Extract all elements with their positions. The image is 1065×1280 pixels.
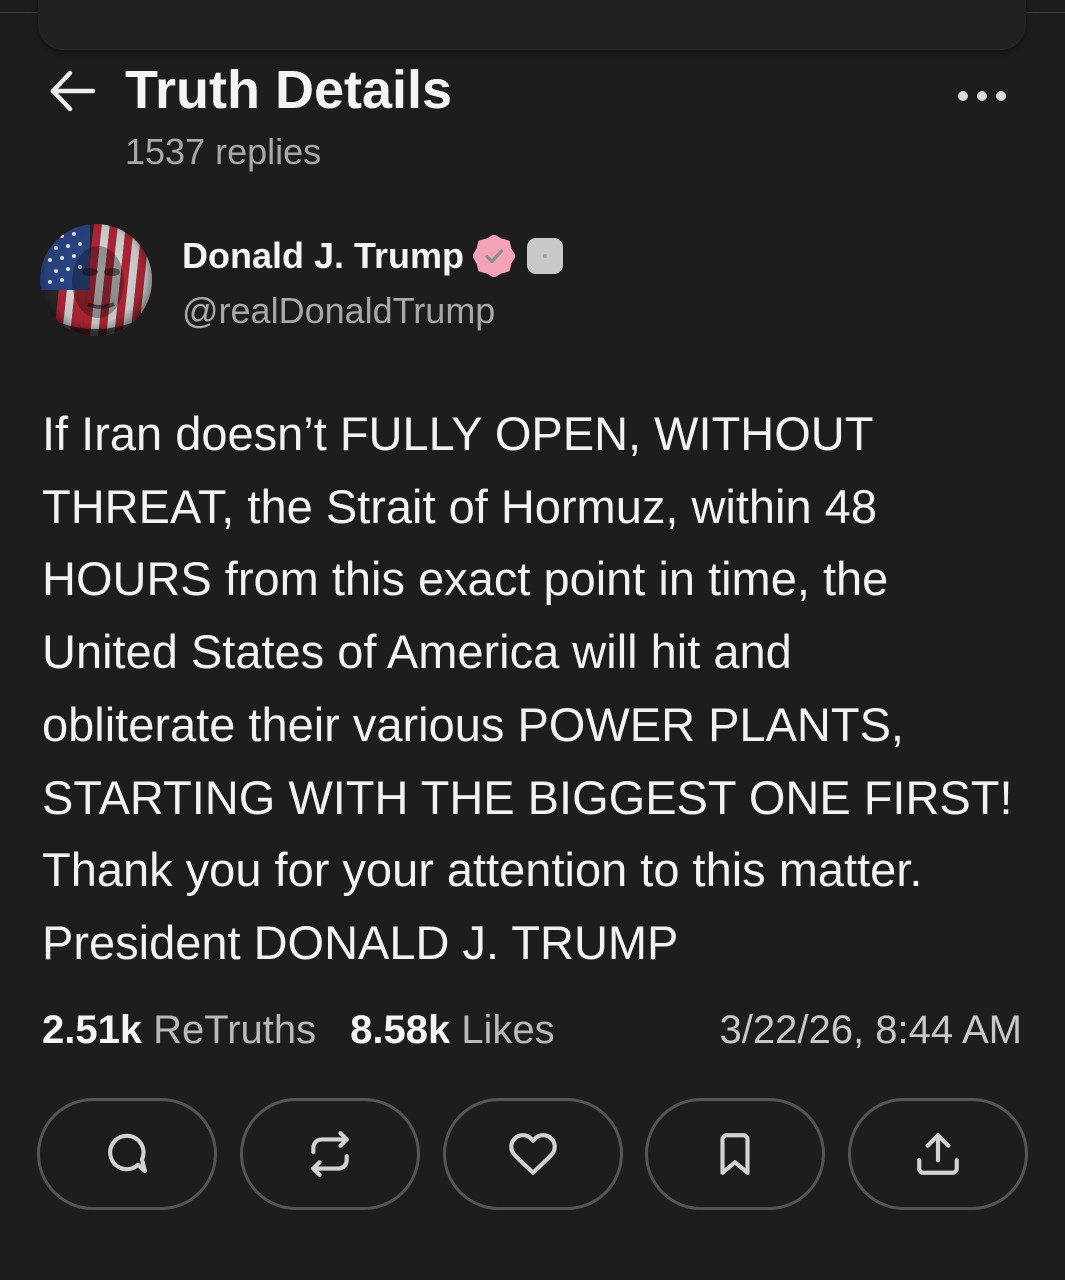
heart-icon bbox=[508, 1133, 557, 1175]
comment-icon bbox=[108, 1133, 148, 1174]
post-line: United States of America will hit and bbox=[42, 625, 792, 679]
retruth-button[interactable] bbox=[239, 1098, 420, 1210]
share-button[interactable] bbox=[848, 1098, 1028, 1210]
author-handle: @realDonaldTrump bbox=[182, 290, 496, 331]
verified-badge-icon bbox=[473, 235, 516, 277]
retruth-icon bbox=[311, 1131, 349, 1177]
post-text: If Iran doesn’t FULLY OPEN, WITHOUT THRE… bbox=[42, 398, 1013, 980]
retruths-stat[interactable]: 2.51k ReTruths bbox=[42, 1010, 316, 1050]
likes-label: Likes bbox=[461, 1008, 555, 1052]
author-name-row: Donald J. Trump bbox=[182, 235, 564, 277]
like-button[interactable] bbox=[442, 1098, 623, 1210]
avatar[interactable] bbox=[40, 224, 152, 336]
post-timestamp: 3/22/26, 8:44 AM bbox=[719, 1008, 1022, 1052]
post-line: HOURS from this exact point in time, the bbox=[42, 552, 889, 606]
likes-count: 8.58k bbox=[350, 1008, 451, 1052]
share-icon bbox=[917, 1133, 959, 1175]
bookmark-icon bbox=[720, 1133, 750, 1175]
page-title: Truth Details bbox=[125, 60, 453, 120]
reply-count: 1537 replies bbox=[125, 131, 322, 172]
post-line: If Iran doesn’t FULLY OPEN, WITHOUT bbox=[42, 407, 874, 460]
author-name[interactable]: Donald J. Trump bbox=[182, 238, 464, 274]
post-stats: 2.51k ReTruths 8.58k Likes 3/22/26, 8:44… bbox=[42, 1010, 1022, 1050]
post-line: Thank you for your attention to this mat… bbox=[42, 843, 923, 897]
comment-button[interactable] bbox=[37, 1098, 217, 1210]
post-line: President DONALD J. TRUMP bbox=[42, 915, 679, 969]
action-bar bbox=[37, 1098, 1028, 1210]
post-line: obliterate their various POWER PLANTS, bbox=[42, 697, 904, 751]
post-line: THREAT, the Strait of Hormuz, within 48 bbox=[42, 479, 877, 533]
post-line: STARTING WITH THE BIGGEST ONE FIRST! bbox=[42, 770, 1013, 824]
top-sheet-edge bbox=[38, 0, 1026, 50]
bookmark-button[interactable] bbox=[645, 1098, 826, 1210]
likes-stat[interactable]: 8.58k Likes bbox=[350, 1010, 555, 1050]
retruths-count: 2.51k bbox=[42, 1008, 143, 1052]
account-badge-icon bbox=[527, 238, 564, 274]
back-arrow-icon[interactable] bbox=[48, 68, 98, 114]
retruths-label: ReTruths bbox=[153, 1008, 317, 1052]
more-horizontal-icon[interactable] bbox=[955, 86, 1009, 106]
